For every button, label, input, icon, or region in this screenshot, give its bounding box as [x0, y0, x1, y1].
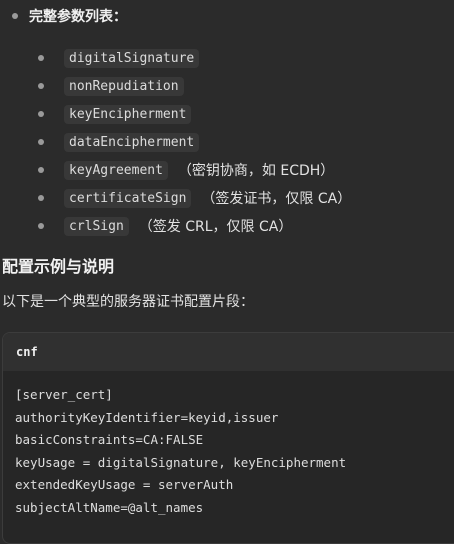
- inline-code: certificateSign: [64, 188, 192, 208]
- list-item: crlSign （签发 CRL，仅限 CA）: [38, 212, 448, 240]
- list-item: digitalSignature: [38, 44, 448, 72]
- code-line: basicConstraints=CA:FALSE: [15, 432, 204, 447]
- bullet-icon: [38, 83, 44, 89]
- item-note: （签发 CRL，仅限 CA）: [138, 219, 293, 235]
- inline-code: dataEncipherment: [64, 132, 200, 152]
- list-item: keyAgreement （密钥协商，如 ECDH）: [38, 156, 448, 184]
- code-line: subjectAltName=@alt_names: [15, 499, 204, 515]
- bullet-icon: [38, 111, 44, 117]
- inline-code: crlSign: [64, 216, 129, 236]
- inline-code: keyEncipherment: [64, 104, 192, 124]
- code-line: extendedKeyUsage = serverAuth: [15, 477, 234, 492]
- params-title: 完整参数列表：: [29, 9, 127, 25]
- code-line: [server_cert]: [15, 387, 113, 402]
- inline-code: digitalSignature: [64, 48, 200, 68]
- list-item: keyEncipherment: [38, 100, 448, 128]
- bullet-icon: [38, 139, 44, 145]
- item-note: （密钥协商，如 ECDH）: [177, 163, 335, 179]
- key-usage-list: digitalSignature nonRepudiation keyEncip…: [38, 44, 448, 240]
- bullet-icon: [38, 167, 44, 173]
- list-item: nonRepudiation: [38, 72, 448, 100]
- bullet-icon: [38, 223, 44, 229]
- intro-paragraph: 以下是一个典型的服务器证书配置片段：: [2, 294, 254, 310]
- inline-code: keyAgreement: [64, 160, 168, 180]
- bullet-icon: [12, 13, 18, 19]
- list-item: certificateSign （签发证书，仅限 CA）: [38, 184, 448, 212]
- section-heading: 配置示例与说明: [2, 257, 115, 276]
- inline-code: nonRepudiation: [64, 76, 184, 96]
- code-line: authorityKeyIdentifier=keyid,issuer: [15, 409, 279, 425]
- params-list-item: 完整参数列表：: [12, 6, 127, 26]
- code-block: cnf [server_cert] authorityKeyIdentifier…: [2, 332, 454, 544]
- bullet-icon: [38, 195, 44, 201]
- code-line: keyUsage = digitalSignature, keyEncipher…: [15, 454, 347, 470]
- bullet-icon: [38, 55, 44, 61]
- list-item: dataEncipherment: [38, 128, 448, 156]
- item-note: （签发证书，仅限 CA）: [201, 191, 352, 207]
- code-language-label: cnf: [3, 333, 454, 371]
- code-content[interactable]: [server_cert] authorityKeyIdentifier=key…: [3, 371, 454, 522]
